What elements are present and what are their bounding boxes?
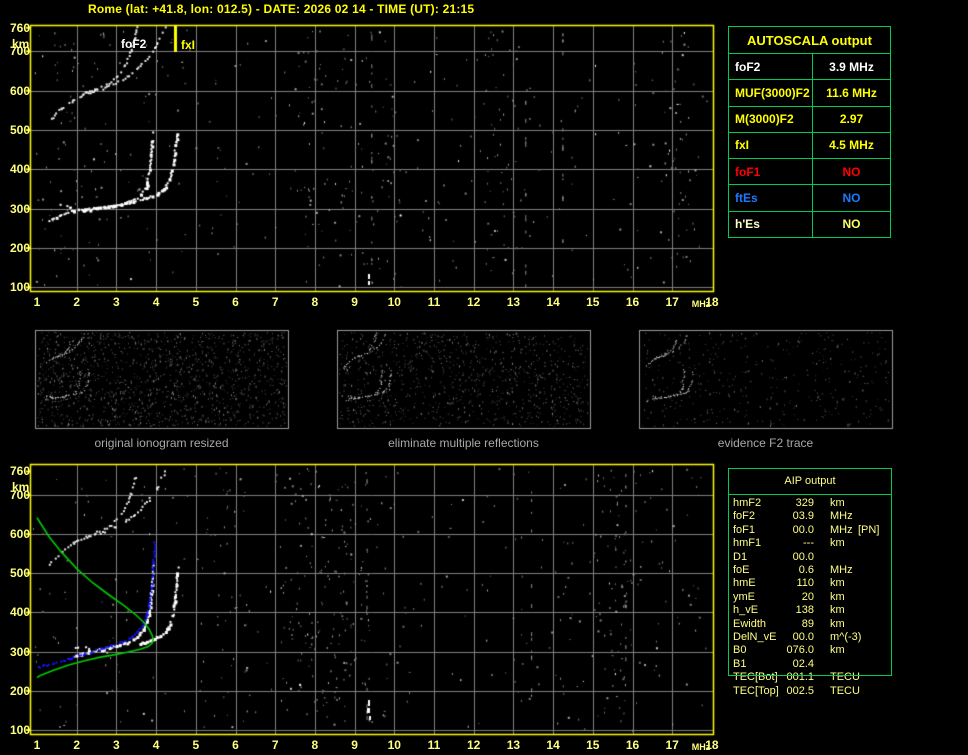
autoscala-row-label: foF2 xyxy=(729,54,813,80)
aip-row: TEC[Top] 002.5 TECU xyxy=(728,685,892,698)
thumbnail-caption-evidence: evidence F2 trace xyxy=(717,436,814,450)
aip-row: foE 0.6 MHz xyxy=(728,564,892,577)
aip-table-header: AIP output xyxy=(784,475,836,487)
aip-row-label: Ewidth xyxy=(733,617,767,630)
aip-row: B0 076.0 km xyxy=(728,644,892,657)
autoscala-row-value: NO xyxy=(842,191,861,206)
aip-row: ymE 20 km xyxy=(728,591,892,604)
autoscala-row-label: h'Es xyxy=(729,211,813,237)
aip-row-note: [PN] xyxy=(858,523,880,536)
aip-row-value: 89 xyxy=(801,617,814,630)
autoscala-row: h'Es NO xyxy=(729,211,890,237)
autoscala-row-label: foF1 xyxy=(729,159,813,185)
aip-row-unit: km xyxy=(830,617,845,630)
aip-row-unit: TECU xyxy=(830,671,860,684)
aip-row-value: 138 xyxy=(795,604,814,617)
aip-row-unit: km xyxy=(830,497,845,509)
aip-row-label: hmE xyxy=(733,577,756,590)
autoscala-row: foF2 3.9 MHz xyxy=(729,54,890,81)
aip-row-unit: km xyxy=(830,577,845,590)
aip-row-value: 110 xyxy=(796,577,814,590)
aip-row-label: h_vE xyxy=(733,604,759,617)
aip-row-value: 329 xyxy=(795,497,814,509)
aip-row-value: 001.1 xyxy=(786,671,814,684)
aip-row-unit: TECU xyxy=(830,684,860,697)
aip-row-value: 20 xyxy=(801,590,814,603)
thumbnail-caption-eliminate: eliminate multiple reflections xyxy=(388,436,539,450)
aip-row-label: hmF1 xyxy=(733,537,762,550)
fof2-trace-label: foF2 xyxy=(121,37,147,51)
autoscala-row-label: fxI xyxy=(729,132,813,159)
autoscala-row-value: 4.5 MHz xyxy=(829,138,874,153)
aip-row-label: ymE xyxy=(733,590,755,603)
aip-row-unit: km xyxy=(830,537,845,550)
autoscala-table-header: AUTOSCALA output xyxy=(729,27,890,54)
aip-row-value: 00.0 xyxy=(792,550,814,563)
aip-row: Ewidth 89 km xyxy=(728,618,892,631)
aip-row: B1 02.4 xyxy=(728,658,892,671)
aip-row: foF1 00.0 MHz [PN] xyxy=(728,524,892,537)
aip-row-value: 002.5 xyxy=(786,684,814,697)
autoscala-row: MUF(3000)F2 11.6 MHz xyxy=(729,80,890,107)
aip-row-unit: MHz xyxy=(830,510,853,523)
aip-row-unit: m^(-3) xyxy=(830,631,862,643)
autoscala-row: foF1 NO xyxy=(729,159,890,186)
page-title: Rome (lat: +41.8, lon: 012.5) - DATE: 20… xyxy=(88,2,475,16)
aip-row: h_vE 138 km xyxy=(728,604,892,617)
aip-row-value: 02.4 xyxy=(792,657,814,670)
aip-row-value: 03.9 xyxy=(792,510,814,523)
autoscala-row-value: 11.6 MHz xyxy=(826,85,877,100)
autoscala-app-screen: { "title": "Rome (lat: +41.8, lon: 012.5… xyxy=(0,0,968,755)
aip-header-divider xyxy=(728,494,892,495)
aip-row-label: foE xyxy=(733,564,750,576)
aip-output-table: AIP output hmF2 329 km foF2 03.9 MHz foF1 00.0 M… xyxy=(728,468,892,704)
autoscala-row-label: ftEs xyxy=(729,185,813,211)
autoscala-row-value: NO xyxy=(842,217,861,232)
autoscala-row-value: NO xyxy=(842,164,861,179)
aip-row-label: foF2 xyxy=(733,510,756,523)
aip-row-unit: km xyxy=(830,590,845,603)
aip-row-value: --- xyxy=(803,537,814,550)
autoscala-row: ftEs NO xyxy=(729,185,890,212)
aip-row-value: 0.6 xyxy=(798,564,814,576)
aip-row: TEC[Bot] 001.1 TECU xyxy=(728,671,892,684)
autoscala-row-value: 3.9 MHz xyxy=(829,59,874,74)
aip-row: hmF1 --- km xyxy=(728,537,892,550)
aip-row-label: D1 xyxy=(733,550,748,563)
aip-row: D1 00.0 xyxy=(728,551,892,564)
aip-row-label: foF1 xyxy=(733,523,756,536)
aip-row-unit: km xyxy=(830,604,845,617)
aip-row-value: 00.0 xyxy=(792,631,814,643)
aip-row-label: B0 xyxy=(733,644,747,657)
autoscala-row: fxI 4.5 MHz xyxy=(729,132,890,160)
autoscala-row-value: 2.97 xyxy=(839,112,864,127)
autoscala-row-label: M(3000)F2 xyxy=(729,106,813,132)
autoscala-table-rows: foF2 3.9 MHz MUF(3000)F2 11.6 MHz M(3000)F2 2… xyxy=(729,54,890,237)
aip-row: hmE 110 km xyxy=(728,577,892,590)
aip-row: hmF2 329 km xyxy=(728,497,892,510)
thumbnail-caption-original: original ionogram resized xyxy=(94,436,229,450)
autoscala-output-table: AUTOSCALA output foF2 3.9 MHz MUF(3000)F2 1… xyxy=(728,26,891,238)
aip-row-value: 00.0 xyxy=(792,523,814,536)
aip-row: DelN_vE 00.0 m^(-3) xyxy=(728,631,892,644)
fxi-trace-label: fxI xyxy=(181,38,196,52)
aip-row-unit: km xyxy=(830,644,845,657)
aip-row-unit: MHz xyxy=(830,564,853,576)
aip-row: foF2 03.9 MHz xyxy=(728,510,892,523)
aip-row-value: 076.0 xyxy=(786,644,814,657)
autoscala-row-label: MUF(3000)F2 xyxy=(729,80,813,106)
aip-row-label: B1 xyxy=(733,657,747,670)
aip-row-unit: MHz xyxy=(830,523,853,536)
aip-row-label: hmF2 xyxy=(733,497,762,509)
autoscala-row: M(3000)F2 2.97 xyxy=(729,106,890,133)
